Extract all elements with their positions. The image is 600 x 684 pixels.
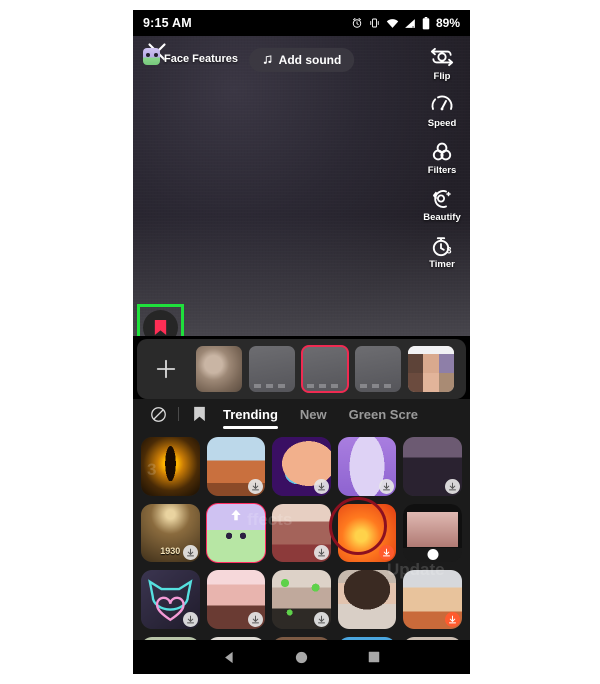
effect-carousel[interactable]: [137, 339, 466, 399]
effect-cell-beauty-portrait[interactable]: [272, 503, 331, 563]
android-recents-button[interactable]: [367, 650, 381, 664]
page-root: 9:15 AM x 89% Face Features Add sound Fl…: [0, 0, 600, 684]
camera-viewport[interactable]: Face Features Add sound Flip Speed Filte…: [133, 36, 470, 336]
flip-camera-icon: [430, 47, 454, 67]
plus-icon: [156, 359, 176, 379]
battery-percent: 89%: [435, 16, 460, 30]
tab-new[interactable]: New: [289, 407, 338, 422]
wifi-icon: [386, 18, 399, 28]
effect-cell-crying-face[interactable]: [272, 437, 331, 496]
effect-cell-purple-gradient[interactable]: [337, 437, 397, 496]
carousel-thumb-selected[interactable]: [301, 345, 349, 393]
face-features-label: Face Features: [164, 53, 238, 65]
tool-timer[interactable]: 3 Timer: [418, 234, 466, 270]
alarm-icon: [352, 18, 362, 28]
timer-stopwatch-icon: 3: [432, 237, 452, 257]
download-icon[interactable]: [182, 545, 198, 561]
tool-filters[interactable]: Filters: [418, 140, 466, 176]
tool-filters-label: Filters: [427, 165, 457, 176]
battery-icon: [422, 16, 430, 29]
camera-tool-rail: Flip Speed Filters Beautify 3 Timer: [418, 44, 466, 270]
favorites-button[interactable]: [186, 401, 212, 427]
music-note-icon: [263, 55, 271, 64]
bookmark-icon: [193, 406, 205, 422]
cellular-signal-icon: x: [405, 18, 415, 28]
effect-cell-short-hair[interactable]: [337, 570, 397, 629]
svg-text:3: 3: [447, 246, 452, 256]
tab-trending[interactable]: Trending: [212, 407, 289, 429]
status-bar-time: 9:15 AM: [143, 16, 192, 30]
add-clip-button[interactable]: [143, 346, 189, 392]
no-effect-button[interactable]: [145, 401, 171, 427]
effect-cell-food-face[interactable]: [403, 570, 462, 629]
svg-text:x: x: [412, 24, 414, 28]
effect-cell-cat-eye[interactable]: [141, 437, 200, 496]
effect-cell-neon-cat[interactable]: [141, 570, 200, 629]
bookmark-icon: [154, 319, 167, 336]
android-home-button[interactable]: [294, 650, 309, 665]
face-features-icon: [143, 48, 160, 65]
android-nav-bar: [133, 640, 470, 674]
tool-flip-label: Flip: [433, 71, 451, 82]
tool-flip[interactable]: Flip: [418, 44, 466, 82]
filters-circles-icon: [432, 142, 452, 161]
effect-cell-dark-portrait[interactable]: [403, 437, 462, 496]
status-bar-icons: x 89%: [351, 16, 460, 30]
tool-beautify-label: Beautify: [423, 212, 461, 223]
effects-grid-row-2: 1930: [133, 496, 470, 564]
android-back-button[interactable]: [222, 650, 237, 665]
shutter-icon: [427, 548, 439, 560]
download-icon[interactable]: [248, 611, 264, 627]
speed-gauge-icon: [431, 95, 453, 111]
tool-speed-label: Speed: [427, 118, 457, 129]
effect-cell-phone-frame[interactable]: [403, 503, 462, 563]
tab-divider: [178, 407, 179, 421]
download-icon[interactable]: [379, 478, 395, 494]
download-icon[interactable]: [444, 611, 460, 627]
carousel-thumb-gray[interactable]: [249, 346, 295, 392]
cat-eye-pupil: [141, 437, 200, 496]
download-icon[interactable]: [313, 478, 329, 494]
carousel-thumb-cat[interactable]: [196, 346, 242, 392]
effect-cell-face-features[interactable]: [205, 502, 267, 564]
effect-cell-green-leaf[interactable]: [272, 570, 331, 629]
carousel-thumb-collage[interactable]: [408, 346, 454, 392]
effect-cell-city[interactable]: [206, 437, 266, 496]
download-icon[interactable]: [444, 478, 460, 494]
add-sound-button[interactable]: Add sound: [248, 48, 355, 72]
status-bar: 9:15 AM x 89%: [133, 10, 470, 36]
add-sound-label: Add sound: [278, 53, 342, 67]
effect-cell-orange-art[interactable]: [337, 503, 397, 563]
short-hair-overlay: [337, 570, 397, 629]
effects-panel: Trending New Green Scre 3 ffects Update: [133, 399, 470, 653]
tab-green-screen[interactable]: Green Scre: [338, 407, 429, 422]
tool-speed[interactable]: Speed: [418, 93, 466, 129]
tool-beautify[interactable]: Beautify: [418, 187, 466, 223]
no-effect-icon: [150, 406, 166, 422]
download-icon[interactable]: [248, 478, 264, 494]
download-icon[interactable]: [313, 611, 329, 627]
carousel-thumb-gray-2[interactable]: [355, 346, 401, 392]
effects-grid-row-1: [133, 429, 470, 496]
upload-arrow-icon: [231, 509, 241, 520]
effect-cell-1930[interactable]: 1930: [141, 503, 200, 563]
effects-grid-row-3: [133, 562, 470, 629]
phone-screenshot: 9:15 AM x 89% Face Features Add sound Fl…: [133, 10, 470, 674]
phone-frame-inner: [406, 511, 459, 547]
tool-timer-label: Timer: [429, 259, 455, 270]
face-features-chip[interactable]: Face Features: [143, 48, 238, 65]
effects-tab-bar: Trending New Green Scre: [133, 399, 470, 429]
vibrate-icon: [370, 18, 379, 28]
download-icon[interactable]: [313, 545, 329, 561]
download-icon[interactable]: [182, 611, 198, 627]
effect-cell-pink-beauty[interactable]: [206, 570, 266, 629]
beautify-face-icon: [433, 190, 451, 208]
